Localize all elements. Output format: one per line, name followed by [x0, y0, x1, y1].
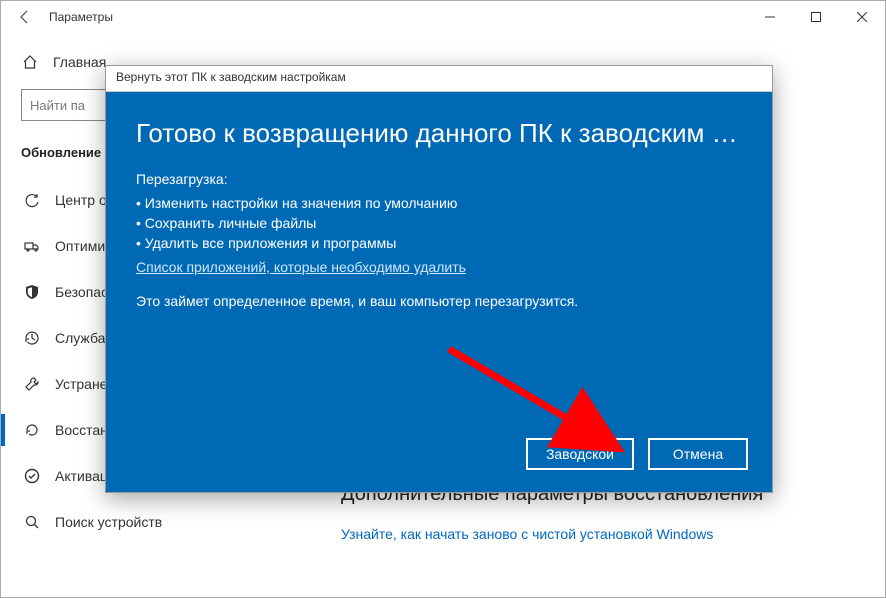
maximize-button[interactable] — [793, 1, 839, 33]
recovery-icon — [23, 421, 41, 439]
shield-icon — [23, 283, 41, 301]
nav-label: Оптими — [55, 238, 105, 254]
dialog-bullet-list: Изменить настройки на значения по умолча… — [136, 193, 742, 253]
cancel-button[interactable]: Отмена — [648, 438, 748, 470]
back-button[interactable] — [9, 1, 41, 33]
dialog-heading: Готово к возвращению данного ПК к заводс… — [136, 118, 742, 149]
dialog-note: Это займет определенное время, и ваш ком… — [136, 293, 742, 309]
apps-to-remove-link[interactable]: Список приложений, которые необходимо уд… — [136, 259, 466, 275]
fresh-start-link[interactable]: Узнайте, как начать заново с чистой уста… — [341, 526, 713, 542]
dialog-buttons: Заводской Отмена — [526, 438, 748, 470]
nav-label: Безопас — [55, 284, 108, 300]
nav-label: Служба — [55, 330, 105, 346]
sidebar-item-find-device[interactable]: Поиск устройств — [21, 502, 321, 542]
window-title: Параметры — [49, 10, 113, 24]
check-icon — [23, 467, 41, 485]
bullet-item: Сохранить личные файлы — [136, 213, 742, 233]
home-icon — [21, 53, 39, 71]
dialog-body: Готово к возвращению данного ПК к заводс… — [106, 92, 772, 492]
bullet-item: Удалить все приложения и программы — [136, 233, 742, 253]
delivery-icon — [23, 237, 41, 255]
sync-icon — [23, 191, 41, 209]
nav-label: Восстан — [55, 422, 108, 438]
home-label: Главная — [53, 54, 106, 70]
reset-pc-dialog: Вернуть этот ПК к заводским настройкам Г… — [105, 65, 773, 493]
wrench-icon — [23, 375, 41, 393]
search-icon — [23, 513, 41, 531]
close-button[interactable] — [839, 1, 885, 33]
dialog-titlebar: Вернуть этот ПК к заводским настройкам — [106, 66, 772, 92]
minimize-button[interactable] — [747, 1, 793, 33]
nav-label: Поиск устройств — [55, 514, 162, 530]
nav-label: Устране — [55, 376, 107, 392]
factory-reset-button[interactable]: Заводской — [526, 438, 634, 470]
history-icon — [23, 329, 41, 347]
window-titlebar: Параметры — [1, 1, 885, 33]
nav-label: Центр о — [55, 192, 107, 208]
dialog-subheading: Перезагрузка: — [136, 171, 742, 187]
bullet-item: Изменить настройки на значения по умолча… — [136, 193, 742, 213]
search-placeholder: Найти па — [30, 98, 85, 113]
